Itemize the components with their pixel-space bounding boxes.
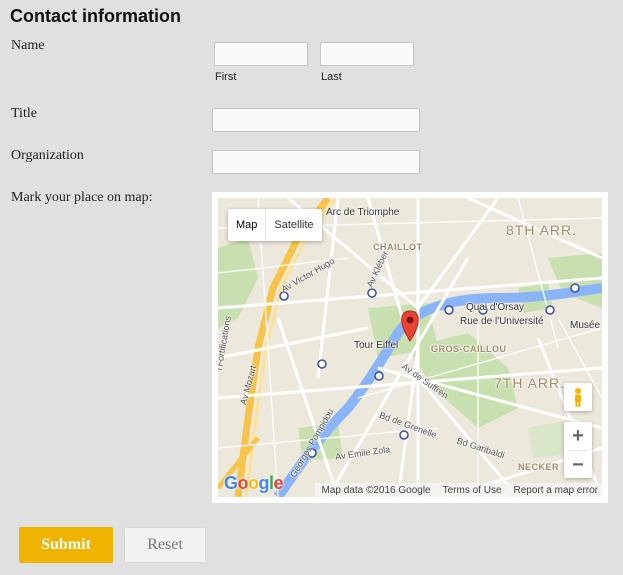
report-map-error-link[interactable]: Report a map error xyxy=(514,485,598,496)
organization-input[interactable] xyxy=(212,150,420,174)
street-view-pegman[interactable] xyxy=(564,383,592,411)
map-attribution: Map data ©2016 Google Terms of Use Repor… xyxy=(315,483,602,497)
zoom-control: + − xyxy=(564,422,592,478)
map-widget[interactable]: Arc de Triomphe 8TH ARR. CHAILLOT Av Vic… xyxy=(212,192,608,503)
terms-of-use-link[interactable]: Terms of Use xyxy=(443,485,502,496)
first-name-input[interactable] xyxy=(214,42,308,66)
map-label-tour-eiffel: Tour Eiffel xyxy=(354,340,399,351)
map-label-arr8: 8TH ARR. xyxy=(506,222,578,238)
organization-label: Organization xyxy=(11,148,84,163)
map-type-map-button[interactable]: Map xyxy=(228,209,267,241)
first-sublabel: First xyxy=(215,71,237,83)
map-label-arr7: 7TH ARR. xyxy=(494,375,566,391)
name-label: Name xyxy=(11,38,45,53)
map-label-arc: Arc de Triomphe xyxy=(326,207,400,218)
map-data-text: Map data ©2016 Google xyxy=(321,484,431,496)
map-label-quai-orsay: Quai d'Orsay xyxy=(466,302,525,313)
map-type-satellite-button[interactable]: Satellite xyxy=(266,209,321,241)
map-label-necker: NECKER xyxy=(518,462,560,472)
map-label-musee: Musée xyxy=(570,320,601,331)
title-label: Title xyxy=(11,106,37,121)
zoom-in-button[interactable]: + xyxy=(564,422,592,450)
map-label-gros-caillou: GROS-CAILLOU xyxy=(431,344,507,354)
form-heading: Contact information xyxy=(10,6,181,26)
pegman-icon xyxy=(575,388,581,407)
title-input[interactable] xyxy=(212,108,420,132)
reset-button[interactable]: Reset xyxy=(124,527,206,563)
map-label: Mark your place on map: xyxy=(11,190,153,205)
zoom-out-button[interactable]: − xyxy=(564,451,592,479)
submit-button[interactable]: Submit xyxy=(19,527,113,563)
google-logo: Google xyxy=(224,473,284,493)
last-name-input[interactable] xyxy=(320,42,414,66)
map-label-universite: Rue de l'Université xyxy=(460,316,544,327)
last-sublabel: Last xyxy=(321,71,342,83)
map-type-control: Map Satellite xyxy=(228,209,322,241)
